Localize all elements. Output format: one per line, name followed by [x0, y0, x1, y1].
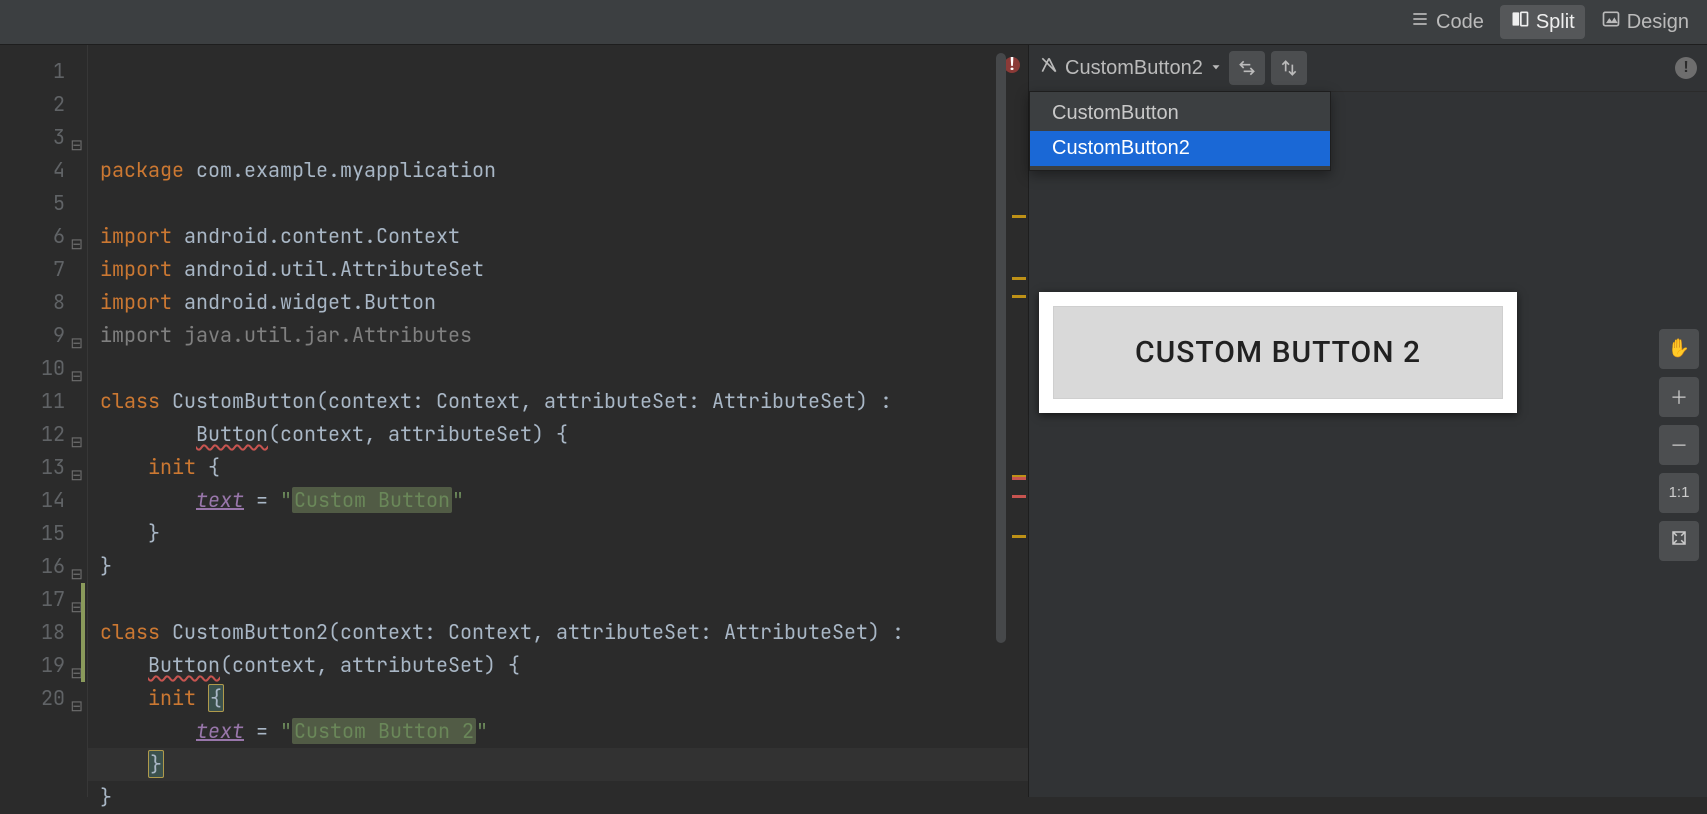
- zoom-out-button[interactable]: －: [1659, 425, 1699, 465]
- line-number-gutter: 123⊟456⊟789⊟10⊟1112⊟13⊟141516⊟17⊟1819⊟20…: [0, 45, 88, 797]
- tab-split[interactable]: Split: [1500, 5, 1585, 39]
- hand-icon: ✋: [1668, 338, 1690, 359]
- plus-icon: ＋: [1670, 384, 1688, 410]
- chevron-down-icon: [1209, 57, 1223, 80]
- pan-button[interactable]: ✋: [1659, 329, 1699, 369]
- image-icon: [1601, 9, 1621, 35]
- preview-selector-label: CustomButton2: [1065, 57, 1203, 80]
- marker-stripe[interactable]: [1008, 45, 1028, 797]
- preview-device-frame: CUSTOM BUTTON 2: [1039, 292, 1517, 413]
- zoom-in-button[interactable]: ＋: [1659, 377, 1699, 417]
- layout-preview-pane: CustomButton2 ! CustomButtonCustomButton…: [1029, 45, 1707, 797]
- dropdown-item[interactable]: CustomButton2: [1030, 131, 1330, 166]
- tab-design-label: Design: [1627, 11, 1689, 34]
- code-editor[interactable]: 123⊟456⊟789⊟10⊟1112⊟13⊟141516⊟17⊟1819⊟20…: [0, 45, 1029, 797]
- zoom-toolbar: ✋ ＋ － 1:1: [1659, 329, 1699, 561]
- design-tools-icon: [1039, 55, 1059, 81]
- split-icon: [1510, 9, 1530, 35]
- tab-code[interactable]: Code: [1400, 5, 1494, 39]
- fit-screen-icon: [1670, 529, 1688, 552]
- orientation-button-2[interactable]: [1271, 51, 1307, 85]
- zoom-fit-button[interactable]: [1659, 521, 1699, 561]
- preview-toolbar: CustomButton2 !: [1029, 45, 1707, 92]
- tab-code-label: Code: [1436, 11, 1484, 34]
- preview-component-selector[interactable]: CustomButton2: [1039, 55, 1223, 81]
- tab-design[interactable]: Design: [1591, 5, 1699, 39]
- orientation-button-1[interactable]: [1229, 51, 1265, 85]
- component-dropdown: CustomButtonCustomButton2: [1029, 91, 1331, 171]
- view-mode-toolbar: Code Split Design: [0, 0, 1707, 45]
- dropdown-item[interactable]: CustomButton: [1030, 96, 1330, 131]
- tab-split-label: Split: [1536, 11, 1575, 34]
- editor-scrollbar[interactable]: [996, 53, 1006, 643]
- rendered-custom-button[interactable]: CUSTOM BUTTON 2: [1053, 306, 1503, 399]
- code-area[interactable]: ! package com.example.myapplicationimpor…: [88, 45, 1028, 797]
- preview-warning-icon[interactable]: !: [1675, 57, 1697, 79]
- preview-canvas[interactable]: CUSTOM BUTTON 2 ✋ ＋ － 1:1: [1029, 92, 1707, 797]
- minus-icon: －: [1670, 432, 1688, 458]
- zoom-ratio-button[interactable]: 1:1: [1659, 473, 1699, 513]
- list-icon: [1410, 9, 1430, 35]
